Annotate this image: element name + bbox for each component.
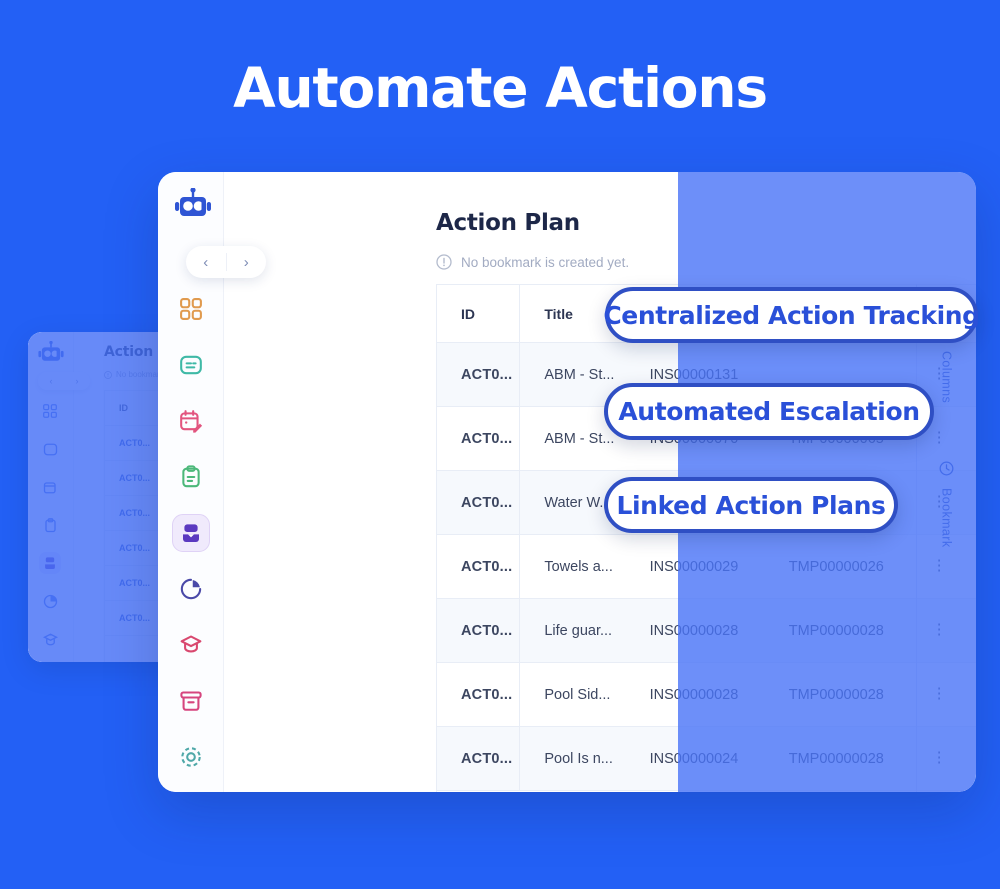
nav-history-pill[interactable]: ‹ › xyxy=(186,246,266,278)
callout-label: Automated Escalation xyxy=(618,397,920,426)
archive-icon xyxy=(180,691,202,711)
cell-title: Life guar... xyxy=(519,599,625,662)
cell-title: Pool Sid... xyxy=(519,663,625,726)
ghost-back-icon[interactable]: ‹ xyxy=(50,376,53,386)
ghost-sidebar-icons xyxy=(39,400,63,662)
bookmark-clock-icon xyxy=(939,461,954,479)
table-row[interactable]: ACT0... Life guar... INS00000028 TMP0000… xyxy=(437,599,976,663)
sidebar-item-training-cap[interactable] xyxy=(172,626,210,664)
side-rail-columns-label: Columns xyxy=(939,351,954,404)
sidebar-item-dashboard-grid[interactable] xyxy=(172,290,210,328)
page-heading: Action Plan xyxy=(436,210,580,236)
message-icon xyxy=(180,355,202,375)
cell-id[interactable]: ACT0... xyxy=(437,727,519,790)
table-row[interactable]: ACT0... Towels a... INS00000029 TMP00000… xyxy=(437,535,976,599)
pie-chart-icon xyxy=(180,578,202,600)
ghost-sidebar-item-dashboard-grid[interactable] xyxy=(39,400,61,422)
cell-title: Pool Is n... xyxy=(519,727,625,790)
ghost-sidebar-item-messages[interactable] xyxy=(39,438,61,460)
sidebar-icon-list xyxy=(172,290,210,792)
sidebar-item-clipboard[interactable] xyxy=(172,458,210,496)
calendar-edit-icon xyxy=(180,410,203,433)
info-circle-icon xyxy=(104,370,112,379)
sidebar-item-settings-gear[interactable] xyxy=(172,738,210,776)
clipboard-icon xyxy=(182,465,200,488)
info-circle-icon xyxy=(436,254,452,270)
table-row[interactable]: ACT0... Pool Sid... INS00000028 TMP00000… xyxy=(437,663,976,727)
ghost-sidebar-item-clipboard[interactable] xyxy=(39,514,61,536)
page-title: Automate Actions xyxy=(233,56,768,120)
side-rail-bookmark-label: Bookmark xyxy=(939,488,954,548)
robot-logo xyxy=(37,341,65,365)
cell-template-id: TMP00000028 xyxy=(788,750,884,767)
robot-logo[interactable] xyxy=(173,188,213,222)
cell-id[interactable]: ACT0... xyxy=(437,663,519,726)
action-plan-icon xyxy=(183,524,199,542)
ghost-sidebar-item-analytics-pie[interactable] xyxy=(39,590,61,612)
forward-button[interactable]: › xyxy=(227,246,267,278)
grid-icon xyxy=(180,298,202,320)
cell-template-id: TMP00000028 xyxy=(788,622,884,639)
ghost-sidebar-item-training-cap[interactable] xyxy=(39,628,61,650)
bookmark-notice-text: No bookmark is created yet. xyxy=(461,254,630,270)
bookmark-notice: No bookmark is created yet. xyxy=(436,254,629,270)
cell-inspection-id: INS00000028 xyxy=(649,686,739,703)
sidebar-item-calendar-edit[interactable] xyxy=(172,402,210,440)
back-button[interactable]: ‹ xyxy=(186,246,226,278)
gear-icon xyxy=(181,747,201,767)
cell-inspection-id: INS00000024 xyxy=(649,750,739,767)
cell-id[interactable]: ACT0... xyxy=(437,471,519,534)
action-plan-table: ID Title Inspection ID ACT0... ABM - St.… xyxy=(436,284,976,792)
graduation-cap-icon xyxy=(180,635,202,653)
callout-linked-action-plans: Linked Action Plans xyxy=(604,477,898,533)
cell-title: Towels a... xyxy=(519,535,625,598)
table-row[interactable]: ACT0... Pool Is n... INS00000024 TMP0000… xyxy=(437,727,976,791)
column-header-id[interactable]: ID xyxy=(437,285,519,342)
side-rail-bookmark[interactable]: Bookmark xyxy=(939,461,954,548)
cell-id[interactable]: ACT0... xyxy=(437,599,519,662)
callout-label: Linked Action Plans xyxy=(616,490,886,520)
sidebar-item-analytics-pie[interactable] xyxy=(172,570,210,608)
cell-id[interactable]: ACT0... xyxy=(437,407,519,470)
ghost-sidebar-item-action-plan[interactable] xyxy=(39,552,61,574)
cell-template-id: TMP00000028 xyxy=(788,686,884,703)
ghost-sidebar: ‹ › xyxy=(28,332,90,662)
cell-id[interactable]: ACT0... xyxy=(437,535,519,598)
callout-automated-escalation: Automated Escalation xyxy=(604,383,934,440)
cell-inspection-id: INS00000029 xyxy=(649,558,739,575)
cell-template-id: TMP00000026 xyxy=(788,558,884,575)
sidebar-item-archive-box[interactable] xyxy=(172,682,210,720)
callout-centralized-action-tracking: Centralized Action Tracking xyxy=(603,287,980,343)
ghost-sidebar-item-calendar-edit[interactable] xyxy=(39,476,61,498)
callout-label: Centralized Action Tracking xyxy=(603,300,980,330)
table-side-rail: Columns Bookmark xyxy=(916,284,976,792)
cell-id[interactable]: ACT0... xyxy=(437,343,519,406)
sidebar-item-messages[interactable] xyxy=(172,346,210,384)
sidebar-item-action-plan[interactable] xyxy=(172,514,210,552)
cell-inspection-id: INS00000028 xyxy=(649,622,739,639)
